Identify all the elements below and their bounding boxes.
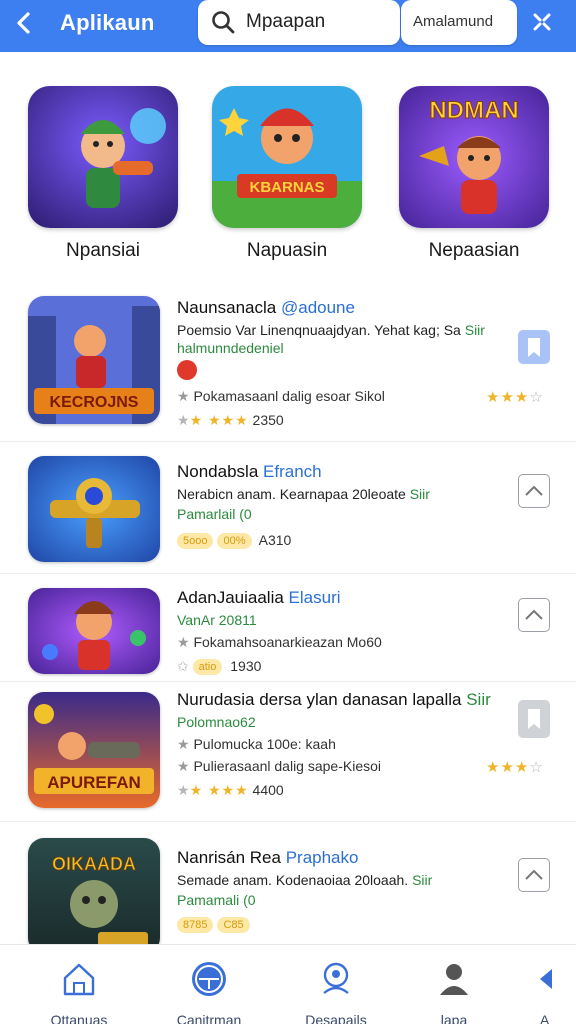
bookmark-icon	[528, 709, 540, 729]
secondary-field-label: Amalamund	[413, 13, 494, 30]
app-rating: 5ooo 00% A310	[177, 532, 291, 550]
svg-text:APUREFAN: APUREFAN	[47, 773, 141, 792]
chevron-up-icon	[525, 485, 543, 496]
app-rating: 8785 C85	[177, 916, 254, 934]
featured-card-1[interactable]: Npansiai	[28, 86, 178, 262]
red-badge-icon	[177, 360, 197, 380]
nav-label: Ottanuas	[50, 1012, 108, 1024]
app-thumbnail	[28, 588, 160, 674]
expand-button[interactable]	[518, 858, 550, 892]
top-app-bar: Aplikaun Amalamund	[0, 0, 576, 52]
app-subtitle: halmunndedeniel	[177, 340, 284, 356]
app-thumbnail: APUREFAN	[28, 692, 160, 808]
close-x-icon	[533, 13, 551, 31]
list-item[interactable]: APUREFAN Nurudasia dersa ylan danasan la…	[0, 682, 576, 822]
search-box[interactable]	[198, 0, 400, 45]
close-button[interactable]	[526, 6, 558, 38]
bookmark-button[interactable]	[518, 330, 550, 364]
app-description: Poemsio Var Linenqnuaajdyan. Yehat kag; …	[177, 322, 485, 338]
app-meta: ★ Pokamasaanl dalig esoar Sikol	[177, 388, 385, 404]
app-name: Nondabsla Efranch	[177, 462, 322, 481]
circle-compass-icon	[192, 962, 226, 996]
app-name: Nurudasia dersa ylan danasan lapalla Sii…	[177, 690, 491, 709]
nav-label: Desapails	[305, 1012, 367, 1024]
featured-label: Npansiai	[66, 240, 140, 261]
nav-item-desapails[interactable]: Desapails	[281, 959, 391, 1024]
app-thumbnail: KECROJNS	[28, 296, 160, 424]
right-star-rating: ★★★☆	[486, 389, 543, 406]
list-item[interactable]: Nondabsla Efranch Nerabicn anam. Kearnap…	[0, 442, 576, 574]
list-item[interactable]: OIKAADA Nanrisán Rea Praphako Semade ana…	[0, 822, 576, 954]
app-meta-secondary: ★ Pulierasaanl dalig sape-Kiesoi	[177, 758, 382, 774]
app-description: Nerabicn anam. Kearnapaa 20leoate Siir	[177, 486, 430, 502]
nav-item-home[interactable]: Ottanuas	[24, 959, 134, 1024]
app-name: Nanrisán Rea Praphako	[177, 848, 359, 867]
featured-card-2[interactable]: KBARNAS Napuasin	[212, 86, 362, 262]
bookmark-icon	[528, 338, 540, 357]
featured-label: Napuasin	[246, 240, 328, 261]
app-title: Aplikaun	[60, 10, 155, 35]
featured-thumbnail	[28, 86, 178, 228]
secondary-field[interactable]: Amalamund	[401, 0, 517, 45]
app-name: Naunsanacla @adoune	[177, 298, 355, 317]
search-icon	[212, 11, 235, 34]
app-subtitle: Polomnao62	[177, 714, 256, 730]
featured-label: Nepaasian	[428, 240, 520, 261]
app-meta: ★ Pulomucka 100e: kaah	[177, 736, 336, 752]
search-input[interactable]	[246, 8, 391, 36]
svg-text:OIKAADA: OIKAADA	[52, 854, 136, 874]
app-meta: ★ Fokamahsoanarkieazan Mo60	[177, 634, 382, 650]
app-description: Semade anam. Kodenaoiaa 20loaah. Siir	[177, 872, 433, 888]
nav-label: Canitrman	[176, 1012, 242, 1024]
back-arrow-icon	[17, 12, 30, 34]
svg-text:KECROJNS: KECROJNS	[50, 394, 139, 411]
arrow-icon	[540, 969, 552, 989]
user-badge-icon	[323, 962, 349, 994]
list-item[interactable]: AdanJauiaalia Elasuri VanAr 20811 ★ Foka…	[0, 574, 576, 682]
app-rating: ★★ ★★★ 2350	[177, 412, 284, 428]
nav-item-canitrman[interactable]: Canitrman	[154, 959, 264, 1024]
app-subtitle: VanAr 20811	[177, 612, 257, 628]
app-rating: ✩ atio 1930	[177, 658, 262, 676]
nav-label: lapa	[440, 1012, 468, 1024]
nav-item-more[interactable]: A	[520, 959, 576, 1024]
bookmark-button[interactable]	[518, 700, 550, 738]
svg-text:KBARNAS: KBARNAS	[250, 179, 325, 196]
chevron-up-icon	[525, 609, 543, 620]
nav-label: A	[540, 1012, 550, 1024]
svg-text:NDMAN: NDMAN	[429, 97, 518, 124]
featured-thumbnail: KBARNAS	[212, 86, 362, 228]
featured-card-3[interactable]: NDMAN Nepaasian	[399, 86, 549, 262]
bottom-navigation: Ottanuas Canitrman Desapails lapa A	[0, 944, 576, 1024]
app-name: AdanJauiaalia Elasuri	[177, 588, 341, 607]
app-subtitle: Pamamali (0	[177, 892, 256, 908]
right-star-rating: ★★★☆	[486, 759, 543, 776]
app-thumbnail: OIKAADA	[28, 838, 160, 954]
expand-button[interactable]	[518, 474, 550, 508]
featured-thumbnail: NDMAN	[399, 86, 549, 228]
back-button[interactable]	[10, 8, 40, 38]
chevron-up-icon	[525, 869, 543, 880]
app-rating: ★★ ★★★ 4400	[177, 782, 284, 798]
app-thumbnail	[28, 456, 160, 562]
person-icon	[440, 964, 468, 995]
expand-button[interactable]	[518, 598, 550, 632]
app-subtitle: Pamarlail (0	[177, 506, 252, 522]
nav-item-lapa[interactable]: lapa	[399, 959, 509, 1024]
list-item[interactable]: KECROJNS Naunsanacla @adoune Poemsio Var…	[0, 282, 576, 442]
home-icon	[63, 963, 95, 996]
featured-row: Npansiai KBARNAS Napuasin NDMAN Nepaasia…	[0, 86, 576, 266]
